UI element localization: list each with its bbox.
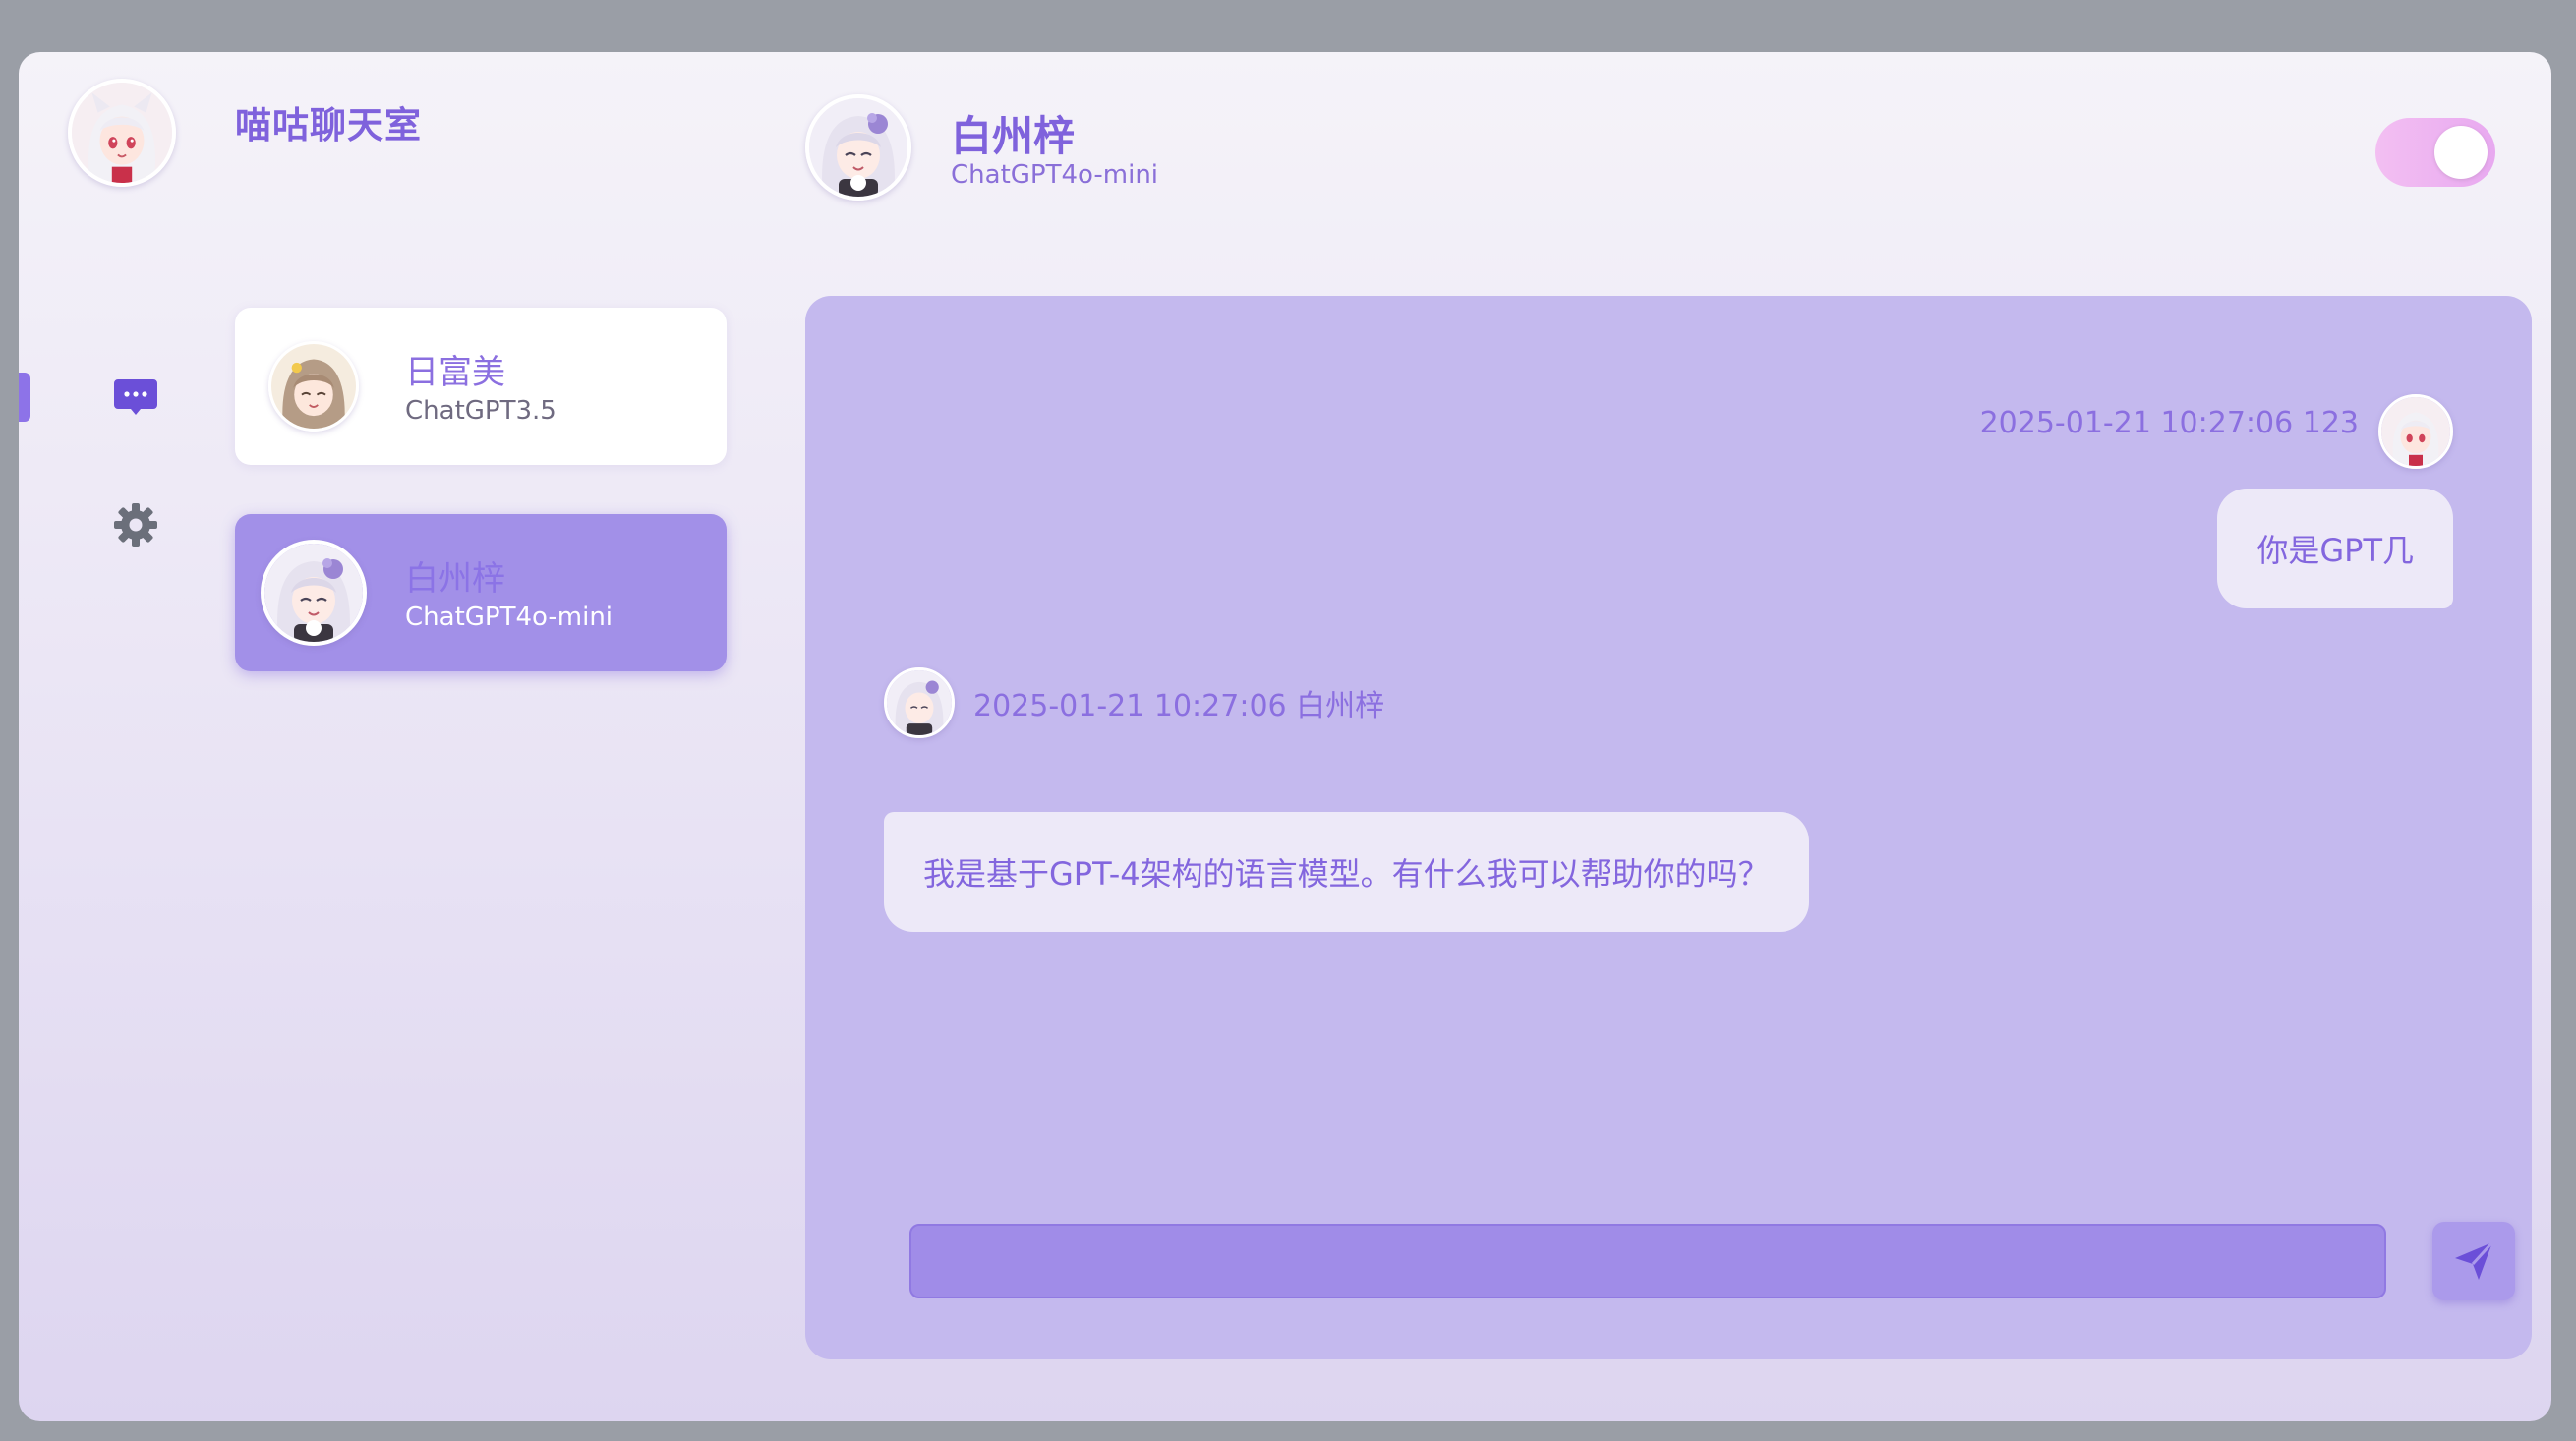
gear-icon [114,503,157,547]
contact-model: ChatGPT3.5 [405,396,556,426]
app-title: 喵咕聊天室 [235,104,422,146]
white-hair-girl-avatar-image [72,83,172,183]
chat-partner-model: ChatGPT4o-mini [951,160,1159,190]
send-icon [2455,1240,2494,1280]
toggle-knob [2434,126,2488,179]
white-purple-hair-girl-avatar-image [887,670,952,735]
my-message-avatar [2378,394,2453,469]
contact-model: ChatGPT4o-mini [405,603,614,632]
white-purple-hair-girl-avatar-image [809,98,907,197]
my-message-bubble: 你是GPT几 [2217,489,2453,608]
user-avatar[interactable] [68,79,176,187]
white-hair-girl-avatar-image [2381,397,2450,466]
contact-card-azusa[interactable]: 白州梓 ChatGPT4o-mini [235,514,727,671]
my-message-meta: 2025-01-21 10:27:06 123 [1979,406,2359,440]
nav-settings-button[interactable] [101,490,170,559]
bot-message-bubble: 我是基于GPT-4架构的语言模型。有什么我可以帮助你的吗？ [884,812,1809,932]
contact-avatar [268,341,359,432]
chat-bubble-icon [114,379,157,415]
nav-chat-button[interactable] [101,363,170,432]
chat-partner-name: 白州梓 [951,112,1076,160]
contact-card-hifumi[interactable]: 日富美 ChatGPT3.5 [235,308,727,465]
chat-panel: 2025-01-21 10:27:06 123 你是GPT几 2025-01-2… [805,296,2532,1359]
send-button[interactable] [2432,1222,2515,1300]
active-nav-indicator [19,373,30,422]
message-input[interactable] [909,1224,2386,1298]
white-purple-hair-girl-avatar-image [264,544,363,642]
brown-hair-girl-avatar-image [271,344,356,429]
contact-avatar [261,540,367,646]
bot-message-meta: 2025-01-21 10:27:06 白州梓 [973,689,1385,723]
chat-partner-avatar[interactable] [805,94,911,201]
bot-message-avatar [884,667,955,738]
app-window: 喵咕聊天室 日富美 ChatGPT3.5 白州梓 ChatGPT4o-mini … [19,52,2551,1421]
contact-name: 日富美 [405,353,505,392]
contact-name: 白州梓 [405,559,505,599]
theme-toggle[interactable] [2375,118,2495,187]
